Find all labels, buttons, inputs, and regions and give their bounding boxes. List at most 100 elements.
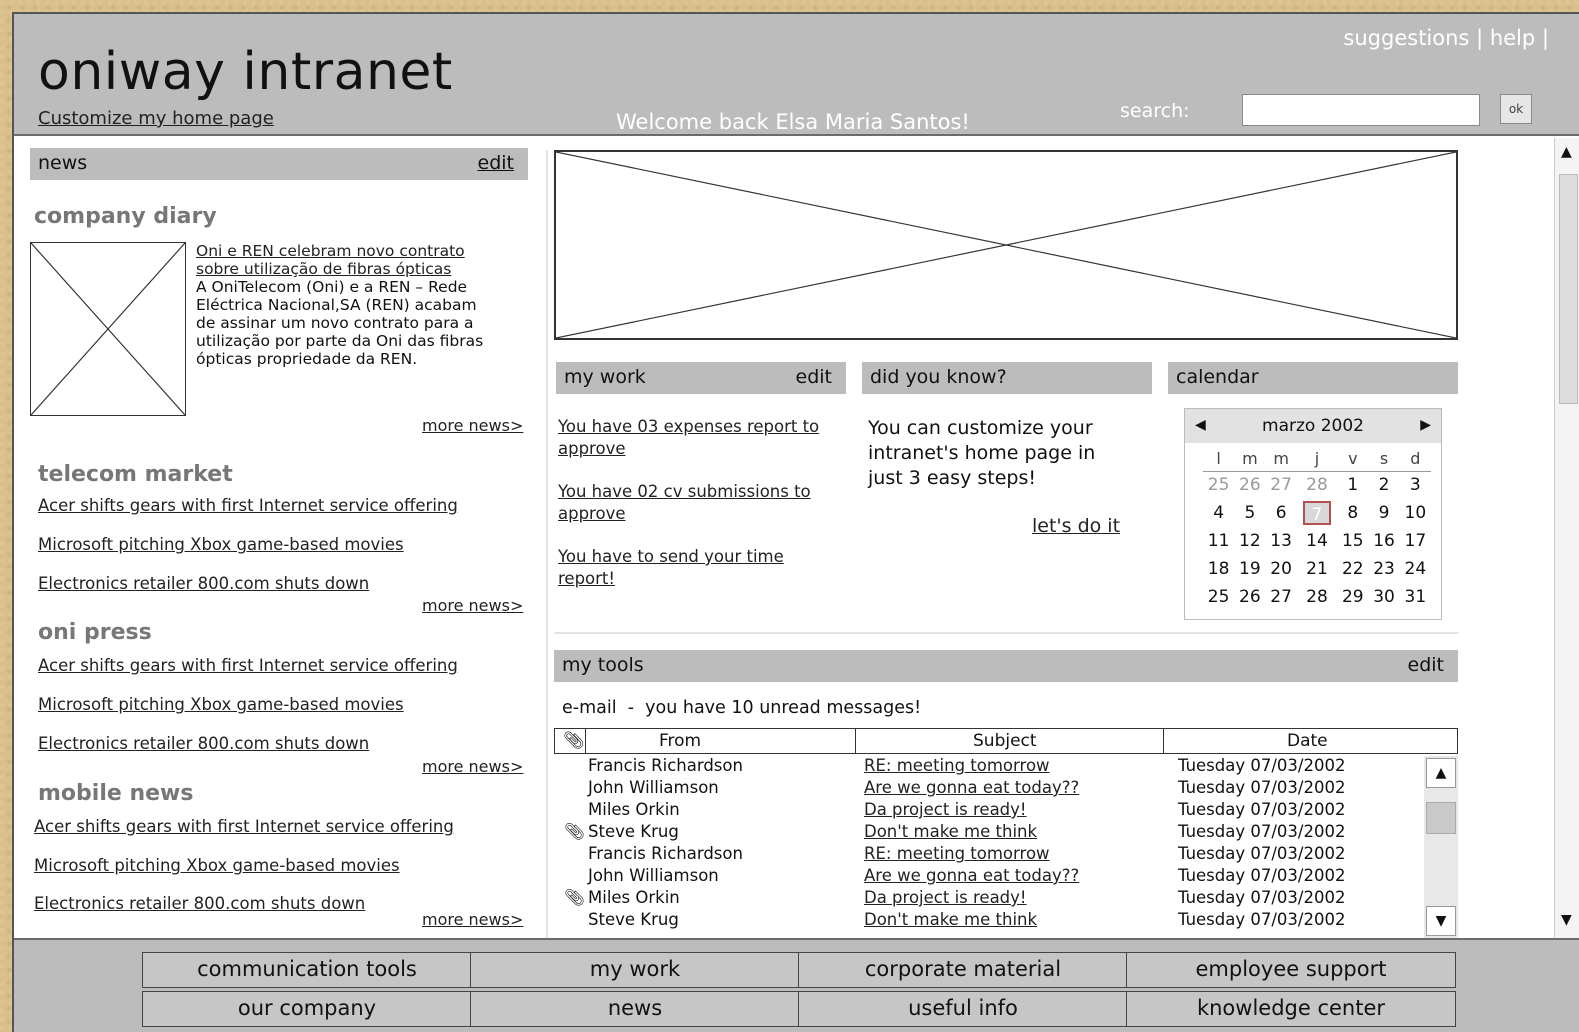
news-link[interactable]: Acer shifts gears with first Internet se… xyxy=(34,817,454,836)
email-subject[interactable]: RE: meeting tomorrow xyxy=(864,844,1050,863)
nav-corporate-material[interactable]: corporate material xyxy=(798,952,1128,988)
email-subject[interactable]: Da project is ready! xyxy=(864,888,1027,907)
news-link[interactable]: Microsoft pitching Xbox game-based movie… xyxy=(34,856,400,875)
calendar-day[interactable]: 8 xyxy=(1337,499,1368,527)
email-scrollbar[interactable]: ▲ ▼ xyxy=(1424,756,1458,938)
email-summary[interactable]: e-mail - you have 10 unread messages! xyxy=(562,698,921,718)
more-news-link[interactable]: more news> xyxy=(422,416,523,435)
nav-my-work[interactable]: my work xyxy=(470,952,800,988)
triangle-down-icon[interactable]: ▼ xyxy=(1426,906,1456,936)
email-subject[interactable]: RE: meeting tomorrow xyxy=(864,756,1050,775)
email-row[interactable]: Miles Orkin Da project is ready! Tuesday… xyxy=(554,800,1426,822)
search-ok-button[interactable]: ok xyxy=(1500,94,1532,124)
email-row[interactable]: John Williamson Are we gonna eat today??… xyxy=(554,778,1426,800)
nav-knowledge-center[interactable]: knowledge center xyxy=(1126,991,1456,1027)
search-input[interactable] xyxy=(1242,94,1480,126)
calendar-day[interactable]: 22 xyxy=(1337,555,1368,583)
my-work-edit-link[interactable]: edit xyxy=(796,366,832,388)
column-header-from[interactable]: From xyxy=(659,731,701,751)
email-row[interactable]: John Williamson Are we gonna eat today??… xyxy=(554,866,1426,888)
calendar-day[interactable]: 25 xyxy=(1203,471,1234,499)
news-link[interactable]: Electronics retailer 800.com shuts down xyxy=(38,574,369,593)
calendar-day[interactable]: 3 xyxy=(1400,471,1431,499)
nav-useful-info[interactable]: useful info xyxy=(798,991,1128,1027)
triangle-up-icon[interactable]: ▲ xyxy=(1561,144,1572,160)
work-item-link[interactable]: You have 02 cv submissions to approve xyxy=(558,481,828,525)
email-row[interactable]: Steve Krug Don't make me think Tuesday 0… xyxy=(554,910,1426,932)
email-row[interactable]: 📎︎ Miles Orkin Da project is ready! Tues… xyxy=(554,888,1426,910)
email-subject[interactable]: Da project is ready! xyxy=(864,800,1027,819)
paperclip-icon[interactable]: 📎︎ xyxy=(563,731,585,751)
news-link[interactable]: Microsoft pitching Xbox game-based movie… xyxy=(38,535,404,554)
email-subject[interactable]: Don't make me think xyxy=(864,910,1037,929)
calendar-day[interactable]: 12 xyxy=(1234,527,1265,555)
email-subject[interactable]: Don't make me think xyxy=(864,822,1037,841)
news-link[interactable]: Microsoft pitching Xbox game-based movie… xyxy=(38,695,404,714)
calendar-day[interactable]: 27 xyxy=(1266,583,1297,611)
lets-do-it-link[interactable]: let's do it xyxy=(1032,514,1120,539)
search-label: search: xyxy=(1120,100,1190,122)
suggestions-link[interactable]: suggestions xyxy=(1343,26,1469,50)
my-tools-edit-link[interactable]: edit xyxy=(1408,654,1444,676)
calendar-day[interactable]: 18 xyxy=(1203,555,1234,583)
column-header-subject[interactable]: Subject xyxy=(973,731,1037,751)
nav-news[interactable]: news xyxy=(470,991,800,1027)
calendar-day[interactable]: 14 xyxy=(1297,527,1337,555)
news-link[interactable]: Acer shifts gears with first Internet se… xyxy=(38,656,458,675)
column-header-date[interactable]: Date xyxy=(1287,731,1328,751)
calendar-day[interactable]: 2 xyxy=(1368,471,1399,499)
email-row[interactable]: 📎︎ Steve Krug Don't make me think Tuesda… xyxy=(554,822,1426,844)
calendar-day[interactable]: 29 xyxy=(1337,583,1368,611)
news-link[interactable]: Electronics retailer 800.com shuts down xyxy=(34,894,365,913)
calendar-day[interactable]: 15 xyxy=(1337,527,1368,555)
calendar-day[interactable]: 20 xyxy=(1266,555,1297,583)
calendar-day[interactable]: 11 xyxy=(1203,527,1234,555)
calendar-day[interactable]: 5 xyxy=(1234,499,1265,527)
triangle-right-icon[interactable]: ▶ xyxy=(1420,417,1431,433)
company-diary-headline[interactable]: Oni e REN celebram novo contrato sobre u… xyxy=(196,242,496,278)
calendar-day[interactable]: 4 xyxy=(1203,499,1234,527)
calendar-day[interactable]: 6 xyxy=(1266,499,1297,527)
scroll-thumb[interactable] xyxy=(1426,802,1456,834)
nav-employee-support[interactable]: employee support xyxy=(1126,952,1456,988)
calendar-day[interactable]: 28 xyxy=(1297,471,1337,499)
help-link[interactable]: help xyxy=(1490,26,1535,50)
page-scrollbar[interactable]: ▲ ▼ xyxy=(1554,138,1579,938)
calendar-day[interactable]: 9 xyxy=(1368,499,1399,527)
calendar-day[interactable]: 25 xyxy=(1203,583,1234,611)
triangle-down-icon[interactable]: ▼ xyxy=(1561,912,1572,928)
calendar-day[interactable]: 31 xyxy=(1400,583,1431,611)
calendar-day[interactable]: 1 xyxy=(1337,471,1368,499)
news-link[interactable]: Acer shifts gears with first Internet se… xyxy=(38,496,458,515)
calendar-day[interactable]: 10 xyxy=(1400,499,1431,527)
more-news-link[interactable]: more news> xyxy=(422,596,523,615)
calendar-day[interactable]: 26 xyxy=(1234,471,1265,499)
work-item-link[interactable]: You have 03 expenses report to approve xyxy=(558,416,828,460)
calendar-day[interactable]: 17 xyxy=(1400,527,1431,555)
calendar-day-selected[interactable]: 7 xyxy=(1297,499,1337,527)
triangle-up-icon[interactable]: ▲ xyxy=(1426,758,1456,788)
calendar-day[interactable]: 30 xyxy=(1368,583,1399,611)
email-subject[interactable]: Are we gonna eat today?? xyxy=(864,778,1079,797)
email-subject[interactable]: Are we gonna eat today?? xyxy=(864,866,1079,885)
scroll-thumb[interactable] xyxy=(1559,174,1578,404)
nav-communication-tools[interactable]: communication tools xyxy=(142,952,472,988)
calendar-day[interactable]: 16 xyxy=(1368,527,1399,555)
email-row[interactable]: Francis Richardson RE: meeting tomorrow … xyxy=(554,844,1426,866)
customize-home-link[interactable]: Customize my home page xyxy=(38,108,274,129)
calendar-day[interactable]: 19 xyxy=(1234,555,1265,583)
more-news-link[interactable]: more news> xyxy=(422,757,523,776)
calendar-day[interactable]: 28 xyxy=(1297,583,1337,611)
nav-our-company[interactable]: our company xyxy=(142,991,472,1027)
calendar-day[interactable]: 21 xyxy=(1297,555,1337,583)
calendar-day[interactable]: 27 xyxy=(1266,471,1297,499)
news-edit-link[interactable]: edit xyxy=(478,152,514,174)
calendar-day[interactable]: 13 xyxy=(1266,527,1297,555)
email-row[interactable]: Francis Richardson RE: meeting tomorrow … xyxy=(554,756,1426,778)
more-news-link[interactable]: more news> xyxy=(422,910,523,929)
calendar-day[interactable]: 24 xyxy=(1400,555,1431,583)
news-link[interactable]: Electronics retailer 800.com shuts down xyxy=(38,734,369,753)
calendar-day[interactable]: 23 xyxy=(1368,555,1399,583)
work-item-link[interactable]: You have to send your time report! xyxy=(558,546,828,590)
calendar-day[interactable]: 26 xyxy=(1234,583,1265,611)
